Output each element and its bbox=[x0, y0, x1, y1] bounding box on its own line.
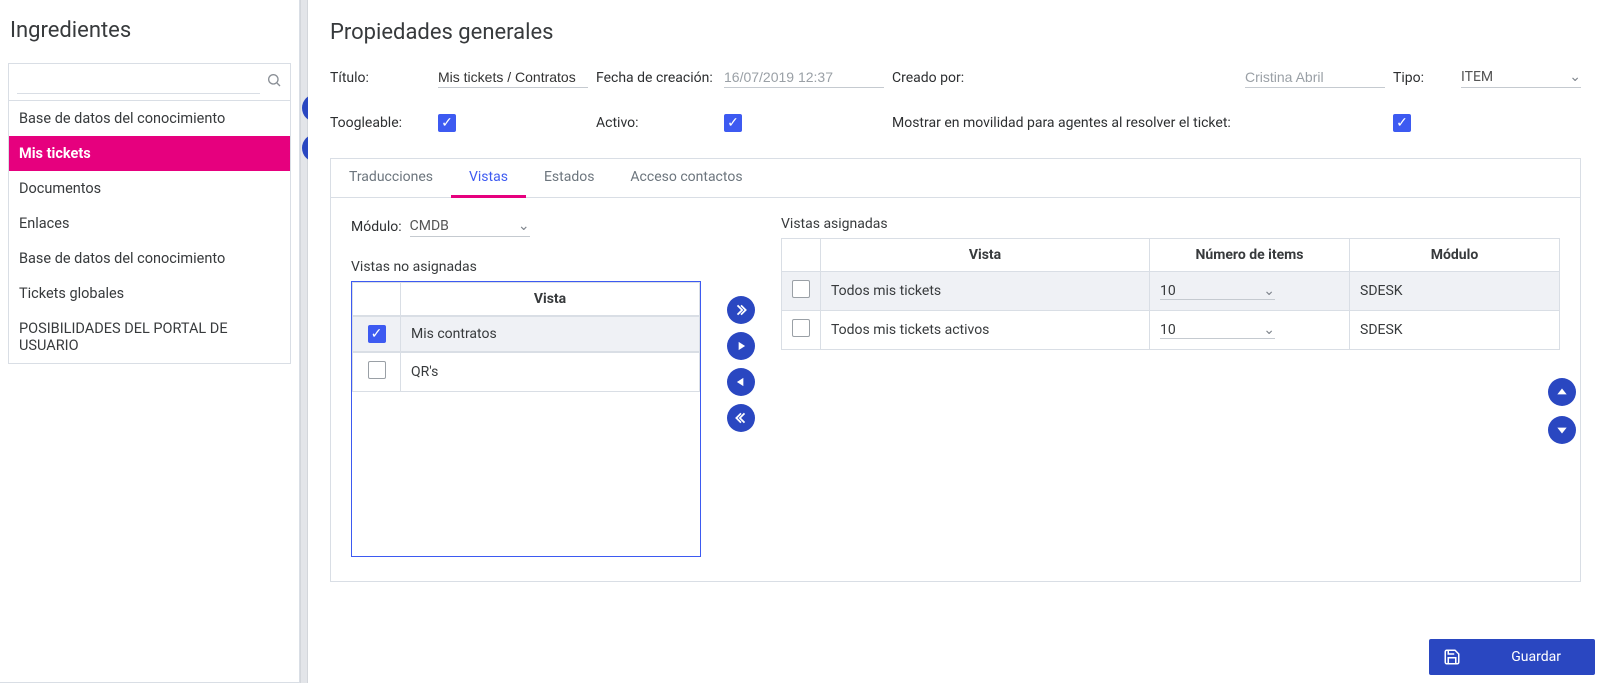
row-checkbox[interactable] bbox=[792, 319, 810, 337]
input-creado bbox=[1245, 67, 1385, 88]
input-titulo[interactable] bbox=[438, 67, 588, 88]
assigned-col-vista: Vista bbox=[821, 239, 1150, 272]
unassigned-col-vista: Vista bbox=[401, 283, 700, 316]
tab-traducciones[interactable]: Traducciones bbox=[331, 159, 451, 197]
assigned-col-mod: Módulo bbox=[1350, 239, 1560, 272]
label-tipo: Tipo: bbox=[1393, 70, 1453, 86]
label-titulo: Título: bbox=[330, 70, 430, 86]
tab-acceso-contactos[interactable]: Acceso contactos bbox=[612, 159, 760, 197]
sidebar-list-card: + − Base de datos del conocimientoMis ti… bbox=[8, 63, 291, 364]
transfer-buttons bbox=[727, 296, 755, 432]
row-mod: SDESK bbox=[1350, 272, 1560, 311]
checkbox-header bbox=[782, 239, 821, 272]
chevron-down-icon: ⌄ bbox=[1569, 69, 1581, 85]
select-modulo-value: CMDB bbox=[410, 218, 449, 234]
label-activo: Activo: bbox=[596, 115, 716, 131]
tabs: TraduccionesVistasEstadosAcceso contacto… bbox=[330, 158, 1581, 582]
assigned-title: Vistas asignadas bbox=[781, 216, 1560, 232]
tab-estados[interactable]: Estados bbox=[526, 159, 612, 197]
move-left-button[interactable] bbox=[727, 368, 755, 396]
row-num-select[interactable]: 10⌄ bbox=[1160, 322, 1275, 339]
chevron-down-icon: ⌄ bbox=[1263, 283, 1275, 299]
chevron-down-icon: ⌄ bbox=[1263, 322, 1275, 338]
sidebar-item-6[interactable]: POSIBILIDADES DEL PORTAL DE USUARIO bbox=[9, 311, 290, 363]
checkbox-header bbox=[353, 283, 401, 316]
label-creado: Creado por: bbox=[892, 70, 1022, 86]
label-fecha: Fecha de creación: bbox=[596, 70, 716, 86]
move-down-button[interactable] bbox=[1548, 416, 1576, 444]
move-up-button[interactable] bbox=[1548, 378, 1576, 406]
sidebar-item-0[interactable]: Base de datos del conocimiento bbox=[9, 101, 290, 136]
checkbox-mostrar[interactable]: ✓ bbox=[1393, 114, 1411, 132]
assigned-block: Vistas asignadas Vista Número de items M… bbox=[781, 216, 1560, 350]
unassigned-row[interactable]: QR's bbox=[352, 352, 700, 392]
save-icon bbox=[1443, 648, 1461, 666]
select-tipo-value: ITEM bbox=[1461, 69, 1493, 85]
sidebar-search[interactable] bbox=[17, 70, 260, 94]
sidebar-title: Ingredientes bbox=[10, 18, 289, 43]
row-vista: Todos mis tickets activos bbox=[821, 311, 1150, 350]
unassigned-block: Módulo: CMDB ⌄ Vistas no asignadas Vista bbox=[351, 216, 701, 557]
assigned-row[interactable]: Todos mis tickets 10⌄ SDESK bbox=[782, 272, 1560, 311]
row-vista: QR's bbox=[401, 353, 700, 392]
input-fecha bbox=[724, 67, 884, 88]
assigned-col-num: Número de items bbox=[1150, 239, 1350, 272]
move-all-left-button[interactable] bbox=[727, 404, 755, 432]
move-right-button[interactable] bbox=[727, 332, 755, 360]
sidebar-item-3[interactable]: Enlaces bbox=[9, 206, 290, 241]
assigned-row[interactable]: Todos mis tickets activos 10⌄ SDESK bbox=[782, 311, 1560, 350]
label-modulo: Módulo: bbox=[351, 219, 402, 235]
search-icon[interactable] bbox=[260, 72, 282, 92]
tab-vistas[interactable]: Vistas bbox=[451, 159, 526, 198]
main-title: Propiedades generales bbox=[330, 20, 1581, 45]
assigned-table: Vista Número de items Módulo Todos mis t… bbox=[781, 238, 1560, 350]
row-checkbox[interactable] bbox=[368, 361, 386, 379]
row-mod: SDESK bbox=[1350, 311, 1560, 350]
unassigned-title: Vistas no asignadas bbox=[351, 259, 701, 275]
chevron-down-icon: ⌄ bbox=[518, 218, 530, 234]
row-num-select[interactable]: 10⌄ bbox=[1160, 283, 1275, 300]
checkbox-toogleable[interactable]: ✓ bbox=[438, 114, 456, 132]
row-vista: Mis contratos bbox=[401, 317, 700, 352]
row-checkbox[interactable] bbox=[792, 280, 810, 298]
row-checkbox[interactable]: ✓ bbox=[368, 325, 386, 343]
sidebar: Ingredientes + − Base de datos del conoc… bbox=[0, 0, 300, 683]
sidebar-item-4[interactable]: Base de datos del conocimiento bbox=[9, 241, 290, 276]
label-mostrar: Mostrar en movilidad para agentes al res… bbox=[892, 115, 1385, 131]
row-vista: Todos mis tickets bbox=[821, 272, 1150, 311]
select-modulo[interactable]: CMDB ⌄ bbox=[410, 216, 530, 237]
main-panel: Propiedades generales Título: Fecha de c… bbox=[308, 0, 1603, 683]
move-all-right-button[interactable] bbox=[727, 296, 755, 324]
sidebar-item-2[interactable]: Documentos bbox=[9, 171, 290, 206]
unassigned-row[interactable]: ✓ Mis contratos bbox=[352, 316, 700, 352]
save-label: Guardar bbox=[1511, 649, 1561, 665]
sidebar-item-5[interactable]: Tickets globales bbox=[9, 276, 290, 311]
save-button[interactable]: Guardar bbox=[1429, 639, 1595, 675]
select-tipo[interactable]: ITEM ⌄ bbox=[1461, 67, 1581, 88]
sidebar-item-1[interactable]: Mis tickets bbox=[9, 136, 290, 171]
unassigned-table: Vista ✓ Mis contratosQR's bbox=[351, 281, 701, 557]
label-toogleable: Toogleable: bbox=[330, 115, 430, 131]
checkbox-activo[interactable]: ✓ bbox=[724, 114, 742, 132]
